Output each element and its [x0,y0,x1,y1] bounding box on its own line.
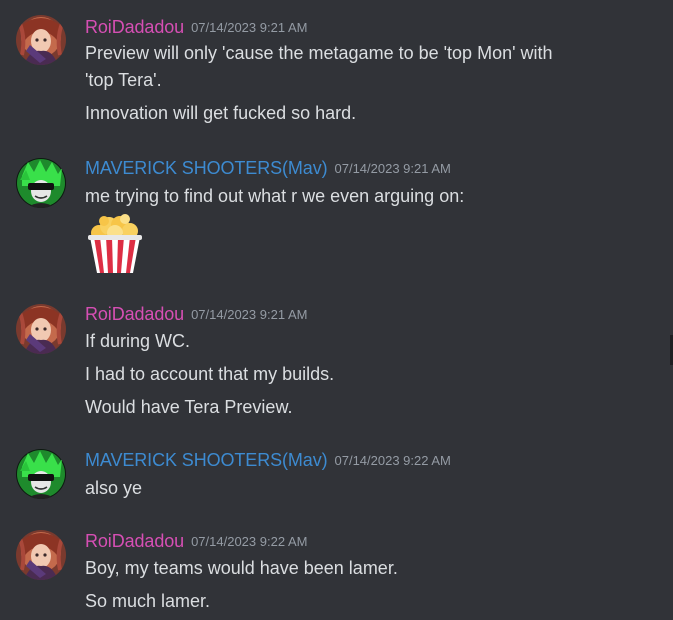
maverick-avatar[interactable] [16,158,66,208]
message-line: me trying to find out what r we even arg… [85,186,465,206]
maverick-avatar[interactable] [16,449,66,499]
message-line: So much lamer. [85,591,211,611]
username[interactable]: RoiDadadou [85,17,184,37]
message-header: RoiDadadou 07/14/2023 9:21 AM [85,304,307,325]
timestamp[interactable]: 07/14/2023 9:21 AM [335,161,451,176]
message-line: If during WC. [85,331,191,351]
roidadadou-avatar[interactable] [16,15,66,65]
timestamp[interactable]: 07/14/2023 9:22 AM [191,534,307,549]
chat-message-list[interactable]: RoiDadadou 07/14/2023 9:21 AM Preview wil… [0,0,673,620]
message-line: I had to account that my builds. [85,364,335,384]
message-line: Boy, my teams would have been lamer. [85,558,398,578]
username[interactable]: MAVERICK SHOOTERS(Mav) [85,158,328,178]
message-header: MAVERICK SHOOTERS(Mav) 07/14/2023 9:21 AM [85,158,451,179]
message-line: also ye [85,478,143,498]
message-header: RoiDadadou 07/14/2023 9:22 AM [85,531,307,552]
message-line: 'top Tera'. [85,70,162,90]
timestamp[interactable]: 07/14/2023 9:21 AM [191,307,307,322]
username[interactable]: RoiDadadou [85,531,184,551]
timestamp[interactable]: 07/14/2023 9:21 AM [191,20,307,35]
roidadadou-avatar[interactable] [16,304,66,354]
message-line: Would have Tera Preview. [85,397,293,417]
popcorn-emoji[interactable] [85,213,145,275]
roidadadou-avatar[interactable] [16,530,66,580]
message-header: MAVERICK SHOOTERS(Mav) 07/14/2023 9:22 AM [85,450,451,471]
timestamp[interactable]: 07/14/2023 9:22 AM [335,453,451,468]
message-header: RoiDadadou 07/14/2023 9:21 AM [85,17,307,38]
message-line: Innovation will get fucked so hard. [85,103,357,123]
username[interactable]: RoiDadadou [85,304,184,324]
username[interactable]: MAVERICK SHOOTERS(Mav) [85,450,328,470]
message-line: Preview will only 'cause the metagame to… [85,43,553,63]
